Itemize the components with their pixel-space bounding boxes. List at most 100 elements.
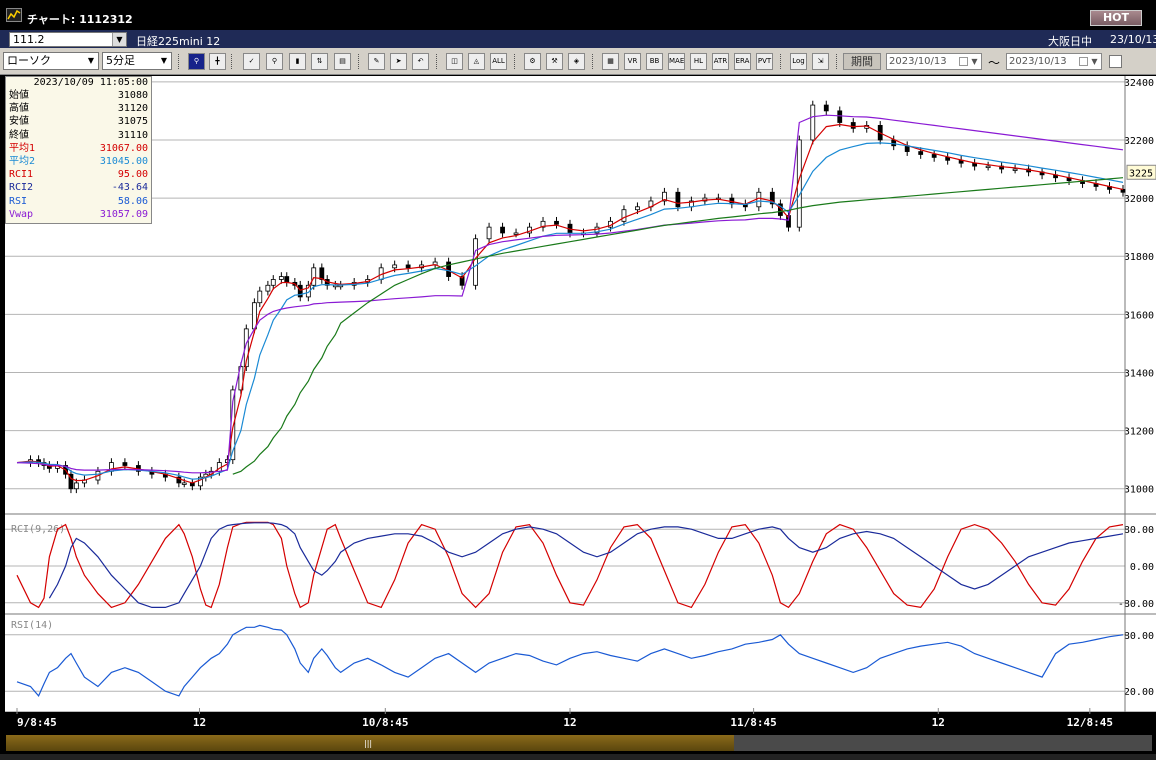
toolbar-separator (780, 54, 782, 69)
candle-expand-icon[interactable]: ◬ (468, 53, 485, 70)
candle-body (122, 462, 128, 466)
chevron-down-icon[interactable]: ▼ (84, 53, 98, 69)
all-button[interactable]: ALL (490, 53, 507, 70)
crosshair-icon[interactable]: ╋ (209, 53, 226, 70)
candle-body (265, 284, 271, 292)
chevron-down-icon[interactable]: ▼ (157, 53, 171, 69)
chevron-down-icon[interactable]: ▼ (969, 54, 980, 69)
pencil-icon[interactable]: ✎ (368, 53, 385, 70)
print-icon[interactable]: ▤ (334, 53, 351, 70)
export-icon[interactable]: ⇲ (812, 53, 829, 70)
info-row: Vwap 31057.09 (6, 208, 151, 221)
chevron-down-icon[interactable]: ▼ (112, 33, 126, 46)
x-axis-band (5, 712, 1156, 732)
range-tilde: ～ (988, 56, 1001, 70)
info-label: 終値 (9, 129, 29, 141)
toolbar-separator (514, 54, 516, 69)
pointer-icon[interactable]: ➤ (390, 53, 407, 70)
candle-body (554, 220, 559, 225)
vr-button[interactable]: VR (624, 53, 641, 70)
info-value: 31057.09 (99, 208, 148, 220)
time-scrollbar[interactable]: ||| (6, 735, 1152, 751)
panel-title: RSI(14) (11, 620, 53, 631)
date-from-value: 2023/10/13 (889, 56, 947, 67)
info-value: 31067.00 (99, 142, 148, 154)
x-tick-label: 12 (193, 716, 206, 729)
info-row: RCI2 -43.64 (6, 181, 151, 194)
info-label: 高値 (9, 103, 29, 115)
toolbar-separator (231, 54, 233, 69)
info-label: 平均2 (9, 155, 36, 167)
instrument-name: 日経225mini 12 (136, 35, 221, 48)
price-chart[interactable]: 31000 31200 31400 31600 31800 32000 32200 32400… (5, 76, 1156, 732)
trend-tool-icon[interactable]: ✓ (243, 53, 260, 70)
y-tick-label: -80.00 (1118, 599, 1154, 610)
chevron-down-icon[interactable]: ▼ (1089, 54, 1100, 69)
zoom-icon[interactable]: ⚲ (266, 53, 283, 70)
compare-icon[interactable]: ⇅ (311, 53, 328, 70)
window-title: チャート: 1112312 (27, 13, 133, 26)
info-rows: 始値 31080 高値 31120 安値 31075 終値 31110 平均1 31067.00 平… (6, 89, 151, 221)
candle-body (405, 264, 411, 269)
info-row: 平均2 31045.00 (6, 155, 151, 168)
info-datetime: 2023/10/09 11:05:00 (33, 77, 148, 88)
x-tick-label: 12 (932, 716, 945, 729)
scrollbar-grip-icon[interactable]: ||| (364, 739, 372, 748)
log-button[interactable]: Log (790, 53, 807, 70)
hl-button[interactable]: HL (690, 53, 707, 70)
wrench-icon[interactable]: ⚒ (546, 53, 563, 70)
info-label: RCI1 (9, 169, 34, 181)
era-button[interactable]: ERA (734, 53, 751, 70)
candle-body (931, 154, 937, 158)
interval-select[interactable]: 5分足 ▼ (102, 52, 172, 70)
candle-body (1120, 188, 1126, 193)
info-value: 31080 (117, 90, 148, 101)
symbol-code-input[interactable]: 111.2 ▼ (9, 32, 127, 47)
hot-button[interactable]: HOT (1090, 10, 1142, 26)
calendar-icon[interactable] (959, 57, 968, 66)
calendar-icon[interactable] (1079, 57, 1088, 66)
x-tick-label: 11/8:45 (730, 716, 776, 729)
search-icon[interactable]: ⚲ (188, 53, 205, 70)
bar-chart-icon[interactable]: ▮ (289, 53, 306, 70)
current-price-label: 3225 (1129, 168, 1153, 179)
date-from-input[interactable]: 2023/10/13 ▼ (886, 53, 982, 70)
pvt-button[interactable]: PVT (756, 53, 773, 70)
info-value: 31120 (117, 103, 148, 115)
y-tick-label: 32200 (1124, 136, 1154, 147)
info-label: 安値 (9, 116, 29, 128)
range-checkbox[interactable] (1109, 55, 1122, 68)
candle-body (278, 276, 284, 280)
settings-icon[interactable]: ⚙ (524, 53, 541, 70)
candle-body (473, 238, 478, 286)
info-value: 31075 (117, 116, 148, 128)
period-button[interactable]: 期間 (843, 53, 881, 70)
info-row: 始値 31080 (6, 89, 151, 102)
info-value: -43.64 (111, 182, 148, 194)
toolbar-separator (358, 54, 360, 69)
symbol-code-value: 111.2 (13, 33, 45, 46)
info-label: 始値 (9, 90, 29, 101)
toolbar-separator (836, 54, 838, 69)
candle-shrink-icon[interactable]: ◫ (446, 53, 463, 70)
interval-value: 5分足 (106, 54, 135, 67)
mae-button[interactable]: MAE (668, 53, 685, 70)
date-to-input[interactable]: 2023/10/13 ▼ (1006, 53, 1102, 70)
candle-body (823, 104, 829, 112)
candle-body (486, 226, 492, 240)
x-tick-label: 9/8:45 (17, 716, 57, 729)
atr-button[interactable]: ATR (712, 53, 729, 70)
indicator-grid-icon[interactable]: ▦ (602, 53, 619, 70)
undo-icon[interactable]: ↶ (412, 53, 429, 70)
chart-type-select[interactable]: ローソク ▼ (3, 52, 99, 70)
bb-button[interactable]: BB (646, 53, 663, 70)
candle-body (675, 191, 681, 208)
x-tick-label: 12/8:45 (1067, 716, 1113, 729)
market-session-label: 大阪日中 (1048, 35, 1092, 48)
candle-body (850, 122, 856, 129)
info-label: RSI (9, 195, 28, 207)
y-tick-label: 20.00 (1124, 687, 1154, 698)
palette-icon[interactable]: ◈ (568, 53, 585, 70)
candle-body (392, 264, 398, 269)
info-label: Vwap (9, 208, 34, 220)
